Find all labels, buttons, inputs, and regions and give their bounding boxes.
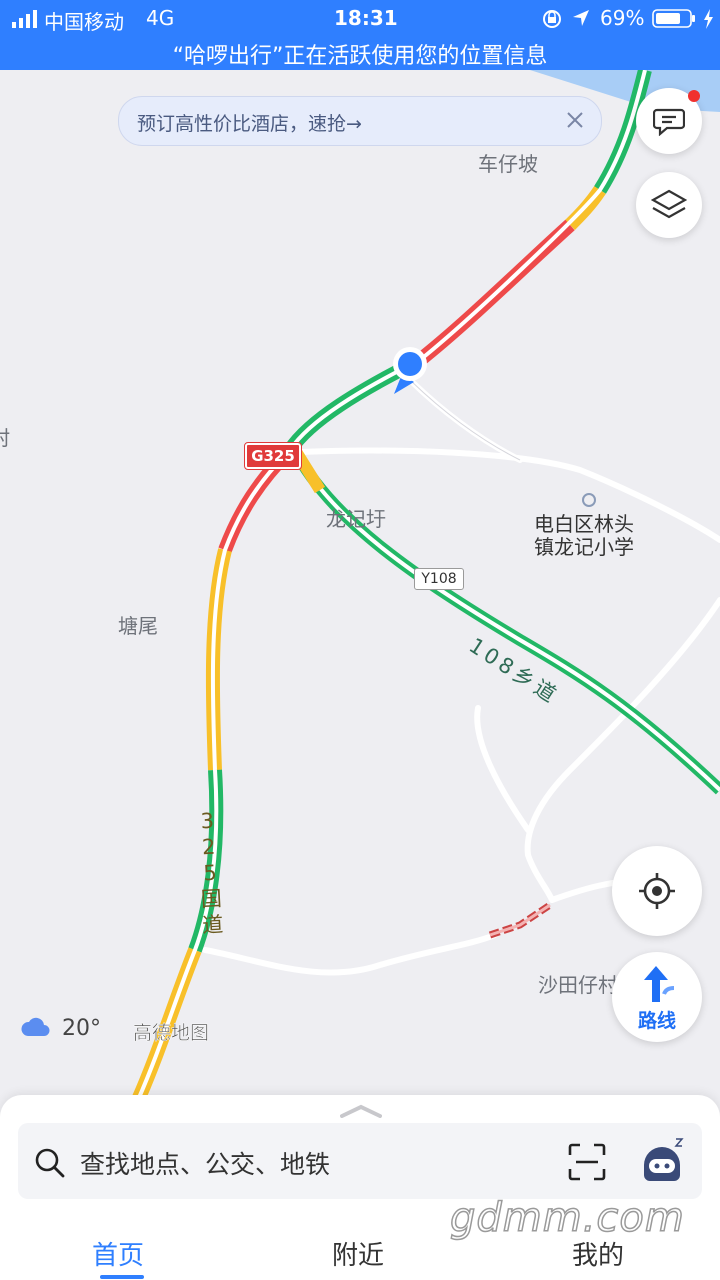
route-button-label: 路线 [638, 1010, 677, 1032]
place-label-cun: 村 [0, 422, 10, 451]
scan-icon[interactable] [568, 1143, 606, 1181]
promo-banner[interactable]: 预订高性价比酒店，速抢→ [118, 96, 602, 146]
battery-icon [652, 9, 698, 29]
route-button[interactable]: 路线 [612, 952, 702, 1042]
road-network [131, 70, 720, 1100]
location-arrow-icon [571, 8, 591, 28]
layers-icon [650, 188, 688, 222]
school-poi-icon[interactable] [582, 493, 596, 507]
map-view[interactable]: G325 Y108 108乡道 325国道 车仔坡 村 龙记圩 电白区林头 镇龙… [0, 70, 720, 1100]
y108-road [289, 447, 720, 795]
location-usage-notice[interactable]: “哈啰出行”正在活跃使用您的位置信息 [0, 38, 720, 70]
voice-assistant-robot-icon[interactable] [638, 1137, 686, 1187]
battery-percentage: 69% [600, 6, 645, 30]
chat-bubble-icon [652, 106, 686, 137]
locate-me-button[interactable] [612, 846, 702, 936]
congestion-segment-inner [489, 903, 551, 937]
place-label-tangwei: 塘尾 [118, 614, 158, 638]
close-icon[interactable] [565, 110, 585, 130]
place-label-shatianzai: 沙田仔村 [538, 973, 618, 997]
place-label-longjixu: 龙记圩 [326, 507, 386, 531]
tab-home[interactable]: 首页 [92, 1235, 144, 1272]
sheet-handle-chevron-up-icon[interactable] [340, 1103, 382, 1118]
y108-shield: Y108 [414, 568, 464, 590]
tab-home-indicator [100, 1275, 144, 1279]
route-arrow-icon [642, 964, 678, 1004]
charging-icon [702, 8, 714, 30]
network-type: 4G [146, 6, 175, 30]
weather-cloud-icon[interactable] [20, 1016, 50, 1038]
watermark: gdmm.com [449, 1194, 685, 1242]
notification-dot [688, 90, 700, 102]
place-label-chezaipo: 车仔坡 [478, 152, 538, 176]
clock: 18:31 [334, 6, 398, 30]
current-location-marker [388, 344, 434, 394]
search-bar[interactable]: 查找地点、公交、地铁 [18, 1123, 702, 1199]
signal-icon [12, 9, 38, 28]
map-attribution: 高德地图 [133, 1022, 210, 1045]
search-icon [34, 1147, 66, 1179]
weather-temperature[interactable]: 20° [62, 1016, 101, 1041]
bottom-sheet[interactable]: 查找地点、公交、地铁 首页 附近 我的 gdmm.com [0, 1095, 720, 1280]
search-input[interactable]: 查找地点、公交、地铁 [80, 1145, 330, 1181]
carrier-name: 中国移动 [44, 10, 124, 34]
place-label-school-line2[interactable]: 镇龙记小学 [534, 531, 634, 560]
tab-nearby[interactable]: 附近 [332, 1235, 384, 1272]
status-bar: 中国移动 4G 18:31 69% “哈啰出行”正在活跃使用您的位置信息 [0, 0, 720, 70]
message-button[interactable] [636, 88, 702, 154]
g325-shield: G325 [244, 442, 302, 470]
g325-road [131, 70, 652, 1100]
orientation-lock-icon [541, 8, 563, 30]
map-layers-button[interactable] [636, 172, 702, 238]
crosshair-icon [639, 873, 675, 909]
promo-banner-text[interactable]: 预订高性价比酒店，速抢→ [137, 109, 362, 136]
